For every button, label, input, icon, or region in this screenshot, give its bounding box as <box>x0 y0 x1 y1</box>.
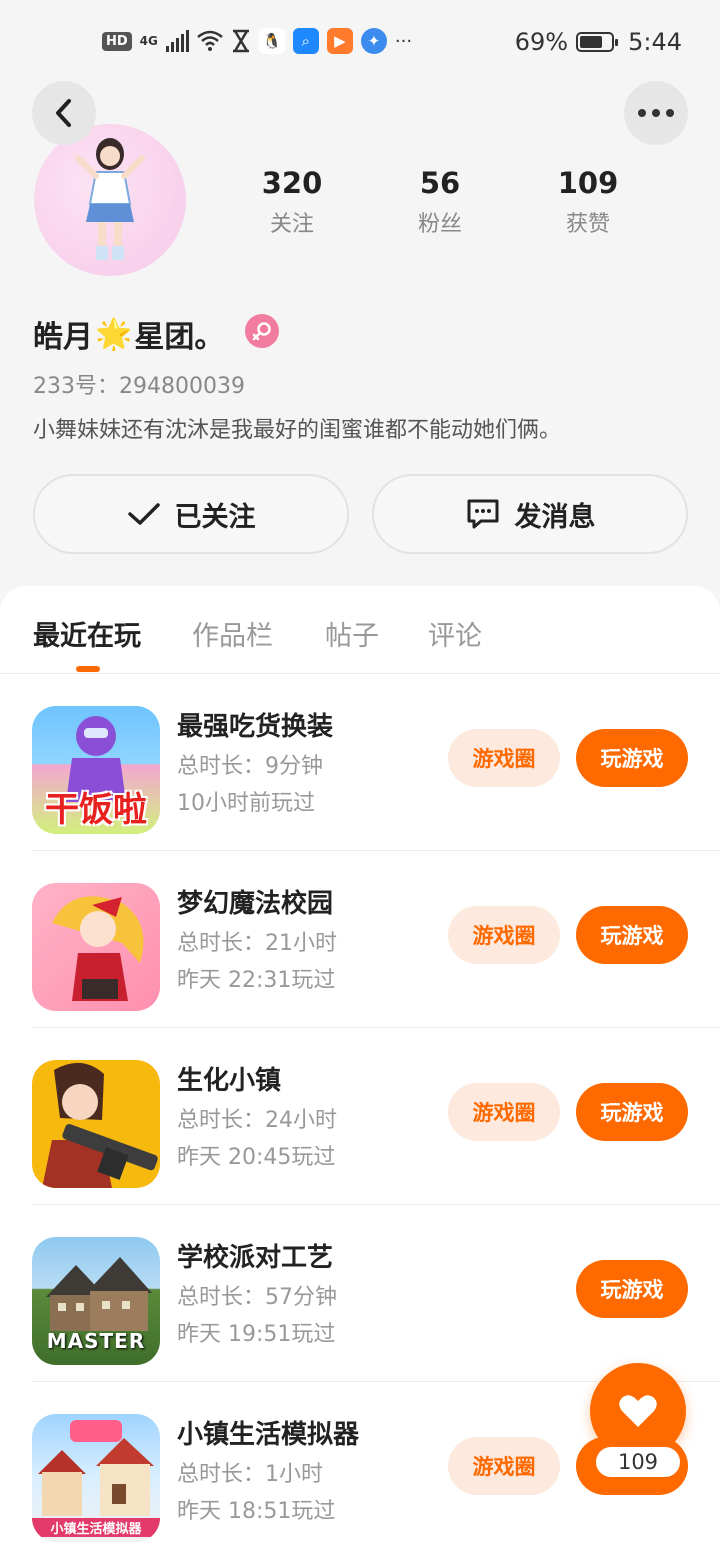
game-duration: 总时长：9分钟 <box>177 754 323 779</box>
tab-comments[interactable]: 评论 <box>428 614 482 653</box>
game-icon-text: 小镇生活模拟器 <box>32 1518 160 1537</box>
status-left: HD 4G 🐧 ⌕ ▶ ✦ ··· <box>102 28 412 54</box>
star-icon: 🌟 <box>95 316 133 352</box>
tab-recently-played[interactable]: 最近在玩 <box>33 614 141 653</box>
stat-value: 320 <box>261 166 323 200</box>
play-game-button[interactable]: 玩游戏 <box>576 1260 688 1318</box>
stat-fans[interactable]: 56 粉丝 <box>380 166 500 238</box>
game-icon[interactable]: MASTER <box>32 1237 160 1365</box>
status-bar: HD 4G 🐧 ⌕ ▶ ✦ ··· 69% 5:44 <box>0 0 720 84</box>
nickname: 皓月 🌟 星团。 <box>33 312 224 356</box>
stat-label: 获赞 <box>565 212 610 237</box>
game-icon-text: MASTER <box>46 1329 146 1353</box>
game-duration: 总时长：24小时 <box>177 1108 337 1133</box>
followed-button[interactable]: 已关注 <box>33 474 349 554</box>
game-title: 生化小镇 <box>177 1066 282 1096</box>
game-icon-text: 干饭啦 <box>45 790 147 830</box>
game-circle-button[interactable]: 游戏圈 <box>448 906 560 964</box>
list-item[interactable]: 生化小镇 总时长：24小时 昨天 20:45玩过 游戏圈 玩游戏 <box>0 1028 720 1205</box>
checkmark-icon <box>127 503 160 525</box>
search-app-icon: ⌕ <box>292 28 319 54</box>
female-gender-icon <box>245 314 279 348</box>
battery-icon <box>576 32 619 52</box>
tab-posts[interactable]: 帖子 <box>325 614 379 653</box>
game-icon[interactable]: 小镇生活模拟器 <box>32 1414 160 1542</box>
game-title: 学校派对工艺 <box>177 1243 334 1273</box>
nickname-part: 皓月 <box>33 320 93 355</box>
tab-works[interactable]: 作品栏 <box>192 614 273 653</box>
stat-value: 56 <box>419 166 461 200</box>
game-title: 最强吃货换装 <box>177 712 334 742</box>
send-message-label: 发消息 <box>514 501 596 533</box>
followed-label: 已关注 <box>174 501 256 533</box>
more-notifications-icon: ··· <box>394 30 413 52</box>
avatar[interactable] <box>34 124 186 276</box>
network-label: 4G <box>139 34 158 48</box>
stat-value: 109 <box>557 166 619 200</box>
game-title: 梦幻魔法校园 <box>177 889 334 919</box>
game-duration: 总时长：21小时 <box>177 931 337 956</box>
game-character-icon <box>42 1062 158 1188</box>
stat-following[interactable]: 320 关注 <box>232 166 352 238</box>
battery-percent: 69% <box>514 28 569 56</box>
play-game-button[interactable]: 玩游戏 <box>576 906 688 964</box>
wifi-icon <box>197 30 223 51</box>
video-app-icon: ▶ <box>326 28 353 54</box>
back-button[interactable] <box>32 81 96 145</box>
chat-bubble-icon <box>467 499 498 529</box>
game-icon[interactable] <box>32 883 160 1011</box>
stat-label: 粉丝 <box>417 212 462 237</box>
avatar-character-icon <box>75 138 145 260</box>
game-last-played: 昨天 18:51玩过 <box>177 1499 336 1524</box>
heart-icon <box>619 1395 657 1427</box>
browser-icon: ✦ <box>360 28 387 54</box>
send-message-button[interactable]: 发消息 <box>372 474 688 554</box>
chevron-left-icon <box>56 99 71 127</box>
game-icon[interactable]: 干饭啦 <box>32 706 160 834</box>
hourglass-icon <box>232 29 249 53</box>
active-tab-indicator <box>76 666 100 672</box>
game-last-played: 昨天 19:51玩过 <box>177 1322 336 1347</box>
stat-likes[interactable]: 109 获赞 <box>528 166 648 238</box>
clock: 5:44 <box>628 28 682 56</box>
user-bio: 小舞妹妹还有沈沐是我最好的闺蜜谁都不能动她们俩。 <box>33 418 562 443</box>
list-item[interactable]: 干饭啦 最强吃货换装 总时长：9分钟 10小时前玩过 游戏圈 玩游戏 <box>0 674 720 851</box>
hd-badge: HD <box>102 31 132 51</box>
status-right: 69% 5:44 <box>515 28 682 56</box>
user-id: 233号：294800039 <box>33 374 245 399</box>
qq-icon: 🐧 <box>258 28 285 54</box>
play-game-button[interactable]: 玩游戏 <box>576 1083 688 1141</box>
like-count: 109 <box>594 1445 682 1479</box>
game-last-played: 昨天 20:45玩过 <box>177 1145 336 1170</box>
list-item[interactable]: 梦幻魔法校园 总时长：21小时 昨天 22:31玩过 游戏圈 玩游戏 <box>0 851 720 1028</box>
game-title: 小镇生活模拟器 <box>177 1420 360 1450</box>
stat-label: 关注 <box>269 212 314 237</box>
signal-icon <box>165 30 189 52</box>
game-duration: 总时长：1小时 <box>177 1462 323 1487</box>
list-item[interactable]: MASTER 学校派对工艺 总时长：57分钟 昨天 19:51玩过 玩游戏 <box>0 1205 720 1382</box>
game-circle-button[interactable]: 游戏圈 <box>448 729 560 787</box>
game-character-icon <box>52 896 144 1001</box>
game-last-played: 昨天 22:31玩过 <box>177 968 336 993</box>
nickname-part: 星团。 <box>134 320 225 355</box>
game-duration: 总时长：57分钟 <box>177 1285 337 1310</box>
game-icon[interactable] <box>32 1060 160 1188</box>
more-dots-icon <box>638 109 674 117</box>
game-circle-button[interactable]: 游戏圈 <box>448 1437 560 1495</box>
game-last-played: 10小时前玩过 <box>177 791 315 816</box>
more-button[interactable] <box>624 81 688 145</box>
game-circle-button[interactable]: 游戏圈 <box>448 1083 560 1141</box>
profile-tabs: 最近在玩 作品栏 帖子 评论 <box>0 586 720 674</box>
play-game-button[interactable]: 玩游戏 <box>576 729 688 787</box>
